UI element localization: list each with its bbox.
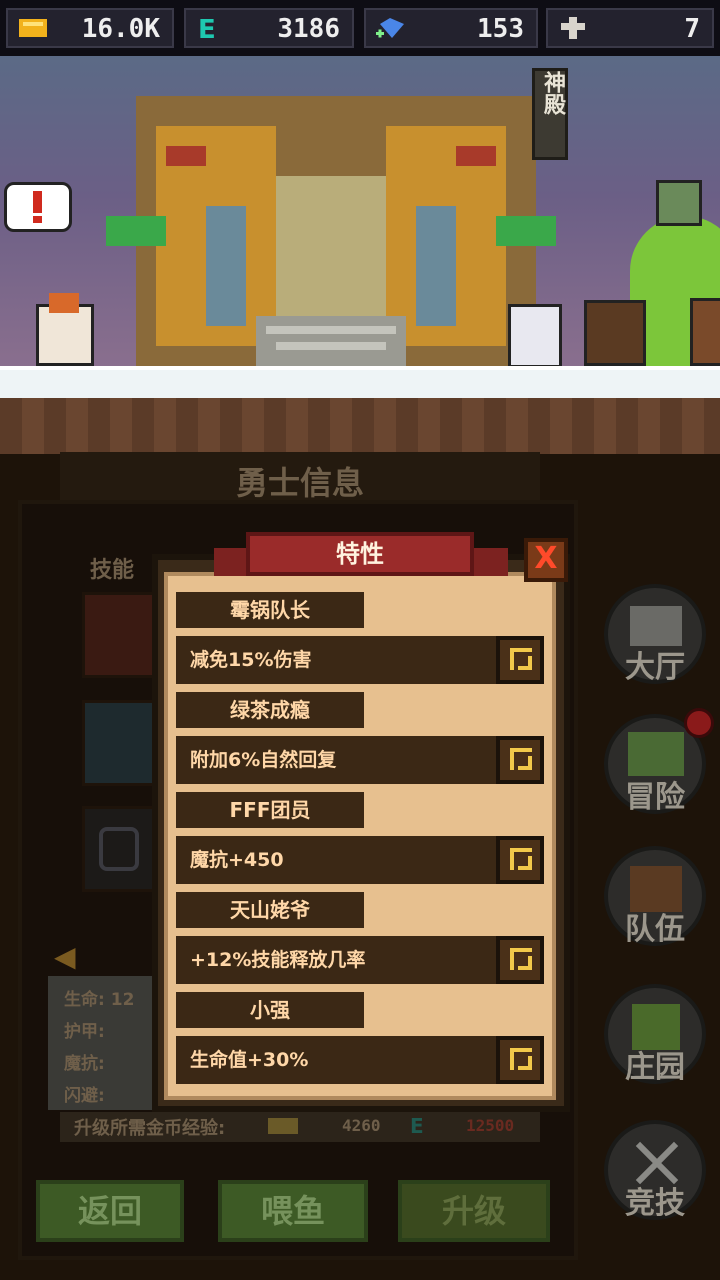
nav-arena-label: 竞技 bbox=[625, 1186, 685, 1221]
energy-counter: E 3186 bbox=[184, 8, 354, 48]
hp-value: 12 bbox=[110, 990, 135, 1010]
hp-label: 生命: bbox=[64, 990, 105, 1010]
nav-team-label: 队伍 bbox=[625, 912, 685, 947]
cross-value: 7 bbox=[684, 14, 700, 44]
upgrade-cost-row: 升级所需金币经验: 4260 E 12500 bbox=[60, 1112, 540, 1142]
skill-slot-locked[interactable] bbox=[82, 806, 158, 892]
dirt-ground bbox=[0, 398, 720, 458]
nav-hall-label: 大厅 bbox=[625, 650, 685, 685]
trait-desc: +12%技能释放几率 bbox=[176, 936, 544, 984]
gold-coin-icon bbox=[19, 19, 47, 37]
nav-team[interactable]: 队伍 bbox=[604, 846, 706, 947]
trait-reroll-button[interactable] bbox=[496, 836, 544, 884]
stats-list: 生命: 12 护甲: 魔抗: 闪避: bbox=[64, 984, 134, 1112]
trait-reroll-button[interactable] bbox=[496, 636, 544, 684]
cross-counter: 7 bbox=[546, 8, 714, 48]
ribbon-right bbox=[472, 548, 508, 576]
trait-desc: 生命值+30% bbox=[176, 1036, 544, 1084]
feed-fish-button[interactable]: 喂鱼 bbox=[218, 1180, 368, 1242]
upgrade-gold-value: 4260 bbox=[342, 1116, 381, 1135]
ribbon-left bbox=[214, 548, 250, 576]
battle-scene: 神殿 bbox=[0, 56, 720, 368]
lock-icon bbox=[99, 827, 139, 871]
upgrade-button[interactable]: 升级 bbox=[398, 1180, 550, 1242]
trait-reroll-button[interactable] bbox=[496, 936, 544, 984]
nav-manor-label: 庄园 bbox=[625, 1050, 685, 1085]
armor-label: 护甲: bbox=[64, 1022, 105, 1042]
close-icon: X bbox=[534, 541, 558, 576]
skill-slot-1[interactable] bbox=[82, 592, 158, 678]
nav-adventure-label: 冒险 bbox=[625, 780, 685, 815]
nav-arena[interactable]: 竞技 bbox=[604, 1120, 706, 1221]
svg-text:E: E bbox=[198, 16, 216, 40]
trait-reroll-button[interactable] bbox=[496, 1036, 544, 1084]
upgrade-cost-label: 升级所需金币经验: bbox=[74, 1118, 226, 1139]
exclamation-icon bbox=[33, 191, 42, 213]
trait-desc: 减免15%伤害 bbox=[176, 636, 544, 684]
quest-alert-bubble[interactable] bbox=[4, 182, 72, 232]
tombstone-cross-icon bbox=[561, 17, 585, 39]
close-button[interactable]: X bbox=[524, 538, 568, 582]
nav-manor[interactable]: 庄园 bbox=[604, 984, 706, 1085]
trait-name: 小强 bbox=[176, 992, 364, 1028]
magic-resist-label: 魔抗: bbox=[64, 1054, 105, 1074]
hall-icon bbox=[630, 606, 682, 646]
nav-hall[interactable]: 大厅 bbox=[604, 584, 706, 685]
energy-value: 3186 bbox=[277, 14, 340, 44]
gem-value: 153 bbox=[477, 14, 524, 44]
upgrade-energy-value: 12500 bbox=[466, 1116, 515, 1135]
trait-desc: 魔抗+450 bbox=[176, 836, 544, 884]
notification-dot bbox=[684, 708, 714, 738]
energy-e-icon: E bbox=[410, 1114, 424, 1138]
trait-reroll-button[interactable] bbox=[496, 736, 544, 784]
trait-name: FFF团员 bbox=[176, 792, 364, 828]
traits-modal-title: 特性 bbox=[246, 532, 474, 576]
enemy-sprite-1[interactable] bbox=[508, 304, 562, 368]
arrow-left-icon[interactable]: ◀ bbox=[54, 940, 94, 973]
trait-name: 霉锅队长 bbox=[176, 592, 364, 628]
gold-counter: 16.0K bbox=[6, 8, 174, 48]
player-hero-sprite[interactable] bbox=[36, 293, 94, 366]
adventure-map-icon bbox=[628, 732, 684, 776]
temple-sign[interactable]: 神殿 bbox=[532, 68, 568, 160]
diamond-icon bbox=[376, 18, 404, 38]
gold-coin-icon bbox=[268, 1118, 298, 1134]
temple-sign-label: 神殿 bbox=[540, 71, 565, 115]
back-button[interactable]: 返回 bbox=[36, 1180, 184, 1242]
enemy-sprite-2[interactable] bbox=[584, 300, 646, 366]
energy-e-icon: E bbox=[198, 16, 216, 40]
skill-slot-2[interactable] bbox=[82, 700, 158, 786]
trait-name: 天山姥爷 bbox=[176, 892, 364, 928]
dodge-label: 闪避: bbox=[64, 1086, 105, 1106]
temple-building bbox=[106, 96, 556, 368]
trait-desc: 附加6%自然回复 bbox=[176, 736, 544, 784]
trait-name: 绿茶成瘾 bbox=[176, 692, 364, 728]
gold-value: 16.0K bbox=[81, 14, 160, 44]
hero-title-banner: 勇士信息 bbox=[60, 452, 540, 502]
gem-counter: 153 bbox=[364, 8, 538, 48]
enemy-sprite-4[interactable] bbox=[690, 298, 720, 366]
skills-tab[interactable]: 技能 bbox=[90, 552, 134, 584]
enemy-sprite-3[interactable] bbox=[656, 180, 702, 226]
hero-panel-title: 勇士信息 bbox=[235, 464, 364, 502]
